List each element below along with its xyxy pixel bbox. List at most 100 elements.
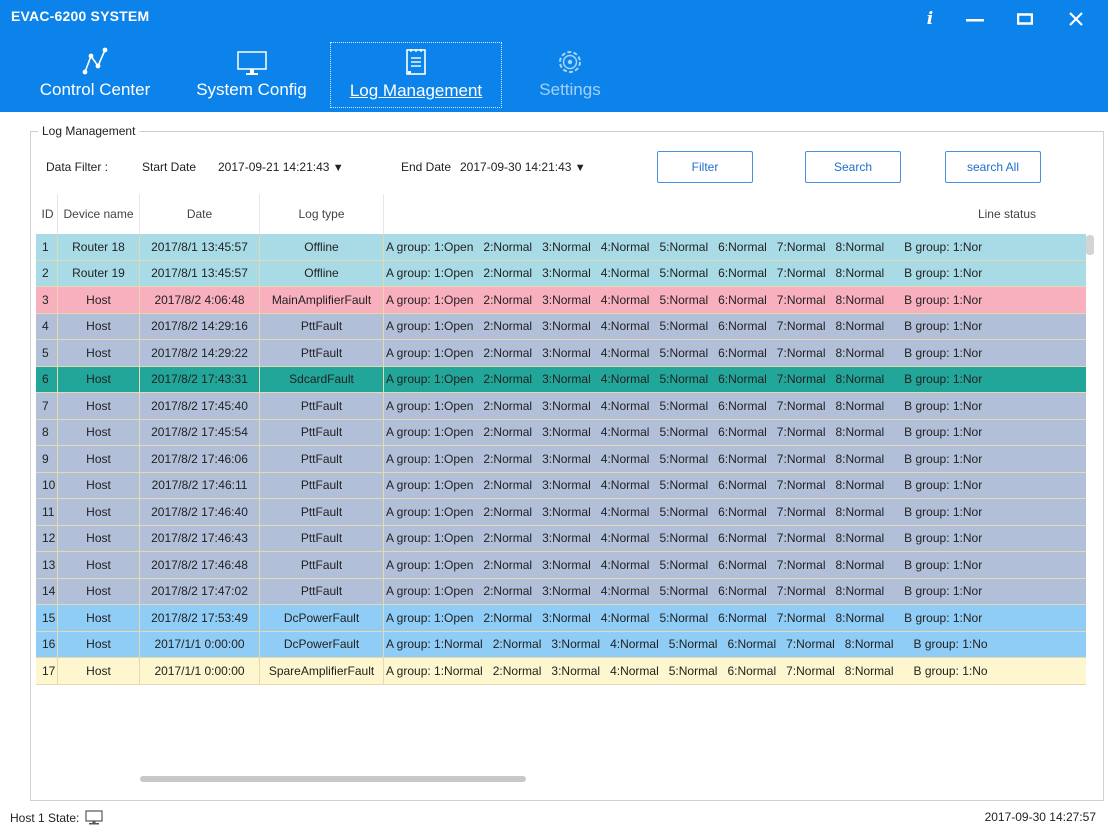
- table-row[interactable]: 10 Host 2017/8/2 17:46:11 PttFault A group: …: [36, 472, 1086, 499]
- cell-device-name: Host: [58, 287, 140, 313]
- cell-line-status: A group: 1:Open 2:Normal 3:Normal 4:Norm…: [386, 239, 983, 254]
- end-date-picker[interactable]: 2017-09-30 14:21:43 ▼: [460, 160, 586, 174]
- cell-id: 6: [36, 366, 58, 392]
- maximize-button[interactable]: [1005, 4, 1045, 34]
- panel-title: Log Management: [38, 124, 140, 138]
- minimize-button[interactable]: [955, 4, 995, 34]
- column-header-id[interactable]: ID: [36, 194, 58, 234]
- search-button[interactable]: Search: [805, 151, 901, 183]
- cell-line-status: A group: 1:Normal 2:Normal 3:Normal 4:No…: [386, 663, 988, 678]
- cell-device-name: Router 19: [58, 260, 140, 286]
- cell-line-status: A group: 1:Open 2:Normal 3:Normal 4:Norm…: [386, 319, 983, 334]
- table-row[interactable]: 16 Host 2017/1/1 0:00:00 DcPowerFault A grou…: [36, 631, 1086, 658]
- nav-label: Settings: [539, 80, 601, 99]
- cell-id: 7: [36, 393, 58, 419]
- cell-id: 9: [36, 446, 58, 472]
- cell-device-name: Host: [58, 313, 140, 339]
- column-header-device-name[interactable]: Device name: [58, 194, 140, 234]
- cell-line-status: A group: 1:Open 2:Normal 3:Normal 4:Norm…: [386, 451, 983, 466]
- info-button[interactable]: i: [910, 4, 950, 34]
- vertical-scrollbar[interactable]: [1086, 235, 1094, 255]
- cell-date: 2017/8/1 13:45:57: [140, 260, 260, 286]
- nav-settings[interactable]: Settings: [520, 42, 620, 106]
- cell-device-name: Host: [58, 499, 140, 525]
- cell-log-type: PttFault: [260, 446, 384, 472]
- end-date-value: 2017-09-30 14:21:43: [460, 160, 572, 174]
- dropdown-arrow-icon: ▼: [332, 162, 344, 174]
- host-state: Host 1 State:: [10, 810, 103, 826]
- cell-date: 2017/8/2 17:43:31: [140, 366, 260, 392]
- filter-button[interactable]: Filter: [657, 151, 753, 183]
- column-header-log-type[interactable]: Log type: [260, 194, 384, 234]
- table-row[interactable]: 9 Host 2017/8/2 17:46:06 PttFault A group: 1…: [36, 446, 1086, 473]
- table-body: 1 Router 18 2017/8/1 13:45:57 Offline A grou…: [36, 234, 1086, 685]
- cell-log-type: DcPowerFault: [260, 631, 384, 657]
- search-all-button[interactable]: search All: [945, 151, 1041, 183]
- nav-system-config[interactable]: System Config: [184, 42, 319, 106]
- horizontal-scrollbar[interactable]: [140, 776, 526, 782]
- maximize-icon: [1017, 13, 1033, 25]
- start-date-picker[interactable]: 2017-09-21 14:21:43 ▼: [218, 160, 344, 174]
- table-row[interactable]: 11 Host 2017/8/2 17:46:40 PttFault A group: …: [36, 499, 1086, 526]
- cell-id: 16: [36, 631, 58, 657]
- cell-device-name: Host: [58, 658, 140, 684]
- cell-log-type: PttFault: [260, 552, 384, 578]
- cell-id: 12: [36, 525, 58, 551]
- gear-icon: [556, 42, 584, 76]
- host-state-label: Host 1 State:: [10, 811, 80, 825]
- chart-line-icon: [82, 42, 108, 76]
- document-icon: [405, 43, 427, 77]
- cell-log-type: Offline: [260, 234, 384, 260]
- cell-log-type: Offline: [260, 260, 384, 286]
- column-header-date[interactable]: Date: [140, 194, 260, 234]
- cell-log-type: PttFault: [260, 499, 384, 525]
- table-row[interactable]: 6 Host 2017/8/2 17:43:31 SdcardFault A group…: [36, 366, 1086, 393]
- cell-id: 1: [36, 234, 58, 260]
- cell-id: 17: [36, 658, 58, 684]
- cell-device-name: Host: [58, 525, 140, 551]
- cell-device-name: Host: [58, 552, 140, 578]
- cell-log-type: MainAmplifierFault: [260, 287, 384, 313]
- table-row[interactable]: 14 Host 2017/8/2 17:47:02 PttFault A group: …: [36, 578, 1086, 605]
- column-header-line-status[interactable]: Line status: [384, 194, 1086, 234]
- table-row[interactable]: 7 Host 2017/8/2 17:45:40 PttFault A group: 1…: [36, 393, 1086, 420]
- table-row[interactable]: 1 Router 18 2017/8/1 13:45:57 Offline A grou…: [36, 234, 1086, 261]
- nav-control-center[interactable]: Control Center: [26, 42, 164, 106]
- cell-date: 2017/1/1 0:00:00: [140, 631, 260, 657]
- table-row[interactable]: 12 Host 2017/8/2 17:46:43 PttFault A group: …: [36, 525, 1086, 552]
- cell-device-name: Host: [58, 446, 140, 472]
- cell-device-name: Host: [58, 472, 140, 498]
- table-row[interactable]: 4 Host 2017/8/2 14:29:16 PttFault A group: 1…: [36, 313, 1086, 340]
- cell-line-status: A group: 1:Open 2:Normal 3:Normal 4:Norm…: [386, 557, 983, 572]
- start-date-value: 2017-09-21 14:21:43: [218, 160, 330, 174]
- table-row[interactable]: 2 Router 19 2017/8/1 13:45:57 Offline A grou…: [36, 260, 1086, 287]
- nav-label: Log Management: [349, 81, 483, 100]
- table-row[interactable]: 13 Host 2017/8/2 17:46:48 PttFault A group: …: [36, 552, 1086, 579]
- table-row[interactable]: 15 Host 2017/8/2 17:53:49 DcPowerFault A gro…: [36, 605, 1086, 632]
- top-bar: EVAC-6200 SYSTEM i Control Center System…: [0, 0, 1108, 112]
- close-button[interactable]: [1056, 4, 1096, 34]
- table-row[interactable]: 3 Host 2017/8/2 4:06:48 MainAmplifierFault A…: [36, 287, 1086, 314]
- cell-id: 8: [36, 419, 58, 445]
- cell-log-type: PttFault: [260, 393, 384, 419]
- cell-device-name: Host: [58, 578, 140, 604]
- table-row[interactable]: 8 Host 2017/8/2 17:45:54 PttFault A group: 1…: [36, 419, 1086, 446]
- data-filter-label: Data Filter :: [46, 160, 109, 174]
- cell-log-type: PttFault: [260, 472, 384, 498]
- nav-log-management[interactable]: Log Management: [330, 42, 502, 108]
- table-row[interactable]: 17 Host 2017/1/1 0:00:00 SpareAmplifierFaul…: [36, 658, 1086, 685]
- table-row[interactable]: 5 Host 2017/8/2 14:29:22 PttFault A group: 1…: [36, 340, 1086, 367]
- cell-date: 2017/8/2 17:47:02: [140, 578, 260, 604]
- cell-id: 3: [36, 287, 58, 313]
- cell-id: 13: [36, 552, 58, 578]
- cell-log-type: PttFault: [260, 340, 384, 366]
- minimize-icon: [966, 19, 984, 22]
- cell-device-name: Host: [58, 366, 140, 392]
- cell-log-type: SdcardFault: [260, 366, 384, 392]
- cell-line-status: A group: 1:Open 2:Normal 3:Normal 4:Norm…: [386, 425, 983, 440]
- cell-id: 5: [36, 340, 58, 366]
- cell-id: 2: [36, 260, 58, 286]
- cell-log-type: PttFault: [260, 313, 384, 339]
- cell-device-name: Router 18: [58, 234, 140, 260]
- cell-date: 2017/8/1 13:45:57: [140, 234, 260, 260]
